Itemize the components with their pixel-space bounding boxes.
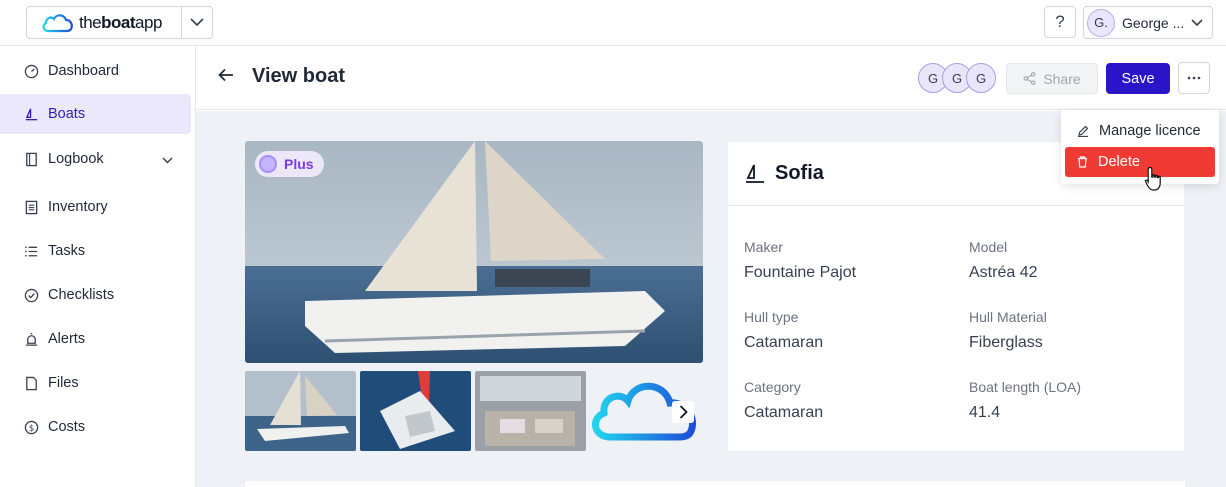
sidebar-item-label: Tasks	[48, 243, 86, 259]
more-options-menu: Manage licence Delete	[1061, 110, 1219, 184]
boat-length-value: 41.4	[969, 404, 1001, 421]
list-icon	[23, 243, 39, 259]
next-section-card	[245, 481, 1185, 487]
hull-material-label: Hull Material	[969, 309, 1047, 325]
gallery-thumbnail[interactable]	[245, 371, 356, 451]
logo-text: theboatapp	[79, 12, 162, 32]
sailboat-icon	[744, 163, 766, 190]
pencil-icon	[1077, 125, 1089, 137]
share-button[interactable]: Share	[1006, 63, 1098, 94]
sidebar-item-tasks[interactable]: Tasks	[0, 231, 191, 271]
chevron-down-icon	[162, 152, 173, 168]
page-title: View boat	[252, 65, 345, 87]
chevron-down-icon	[1191, 18, 1203, 27]
sidebar-item-label: Files	[48, 375, 79, 391]
avatar: G.	[1087, 8, 1115, 37]
app-switcher[interactable]: theboatapp	[26, 6, 213, 39]
category-label: Category	[744, 379, 801, 395]
maker-value: Fountaine Pajot	[744, 264, 857, 281]
sidebar-item-costs[interactable]: $ Costs	[0, 407, 191, 447]
hull-material-value: Fiberglass	[969, 334, 1043, 351]
boat-name: Sofia	[775, 162, 824, 184]
sidebar-item-dashboard[interactable]: Dashboard	[0, 51, 191, 91]
sidebar-item-alerts[interactable]: Alerts	[0, 319, 191, 359]
dollar-icon: $	[23, 419, 39, 435]
menu-item-manage-licence[interactable]: Manage licence	[1065, 116, 1215, 146]
ellipsis-icon	[1187, 76, 1201, 80]
alarm-icon	[23, 331, 39, 347]
chevron-right-icon	[679, 405, 688, 419]
save-button[interactable]: Save	[1106, 63, 1170, 94]
file-icon	[23, 375, 39, 391]
sidebar-item-label: Dashboard	[48, 63, 119, 79]
app-logo[interactable]: theboatapp	[27, 7, 182, 38]
gallery-thumbnail[interactable]	[360, 371, 471, 451]
user-name: George ...	[1122, 14, 1185, 31]
share-icon	[1023, 72, 1036, 85]
user-menu[interactable]: G. George ...	[1083, 6, 1213, 39]
plus-icon	[259, 155, 277, 173]
sidebar-item-label: Boats	[48, 106, 86, 122]
gallery-thumbnail[interactable]	[475, 371, 586, 451]
collaborator-avatar[interactable]: G	[966, 63, 996, 93]
boat-details-card: Sofia Maker Fountaine Pajot Model Astréa…	[727, 141, 1185, 452]
hull-type-label: Hull type	[744, 309, 799, 325]
hull-type-value: Catamaran	[744, 334, 824, 351]
sidebar-item-label: Inventory	[48, 199, 108, 215]
plus-badge: Plus	[255, 151, 324, 177]
trash-icon	[1077, 156, 1088, 168]
sidebar-item-label: Checklists	[48, 287, 115, 303]
menu-item-label: Delete	[1098, 154, 1140, 170]
plus-label: Plus	[284, 156, 314, 172]
back-arrow-icon[interactable]	[218, 68, 234, 87]
check-circle-icon	[23, 287, 39, 303]
sidebar-item-logbook[interactable]: Logbook	[0, 139, 191, 179]
maker-label: Maker	[744, 239, 783, 255]
help-button[interactable]: ?	[1044, 6, 1076, 38]
chevron-down-icon	[190, 18, 204, 27]
top-bar: theboatapp ? G. George ...	[0, 0, 1226, 46]
sidebar-item-label: Logbook	[48, 151, 104, 167]
category-value: Catamaran	[744, 404, 824, 421]
sidebar-item-label: Alerts	[48, 331, 86, 347]
pointer-cursor-icon	[1144, 166, 1164, 197]
more-options-button[interactable]	[1178, 62, 1210, 94]
cloud-logo-icon	[42, 13, 73, 32]
menu-item-label: Manage licence	[1099, 123, 1201, 139]
boat-main-photo[interactable]: Plus	[245, 141, 703, 363]
model-value: Astréa 42	[969, 264, 1038, 281]
sailboat-icon	[23, 106, 39, 122]
app-switcher-toggle[interactable]	[182, 7, 212, 38]
sidebar-item-files[interactable]: Files	[0, 363, 191, 403]
boat-length-label: Boat length (LOA)	[969, 379, 1082, 395]
svg-text:$: $	[28, 422, 33, 432]
share-label: Share	[1043, 70, 1081, 87]
sidebar-item-checklists[interactable]: Checklists	[0, 275, 191, 315]
sidebar-item-inventory[interactable]: Inventory	[0, 187, 191, 227]
model-label: Model	[969, 239, 1008, 255]
book-icon	[23, 151, 39, 167]
list-box-icon	[23, 199, 39, 215]
sidebar-item-boats[interactable]: Boats	[0, 94, 191, 134]
page-header: View boat G G G Share Save	[196, 46, 1226, 110]
menu-item-delete[interactable]: Delete	[1065, 147, 1215, 177]
gauge-icon	[23, 63, 39, 79]
gallery-next-button[interactable]	[672, 401, 694, 423]
sidebar: Dashboard Boats Logbook Inventory Tasks …	[0, 46, 196, 487]
sidebar-item-label: Costs	[48, 419, 86, 435]
